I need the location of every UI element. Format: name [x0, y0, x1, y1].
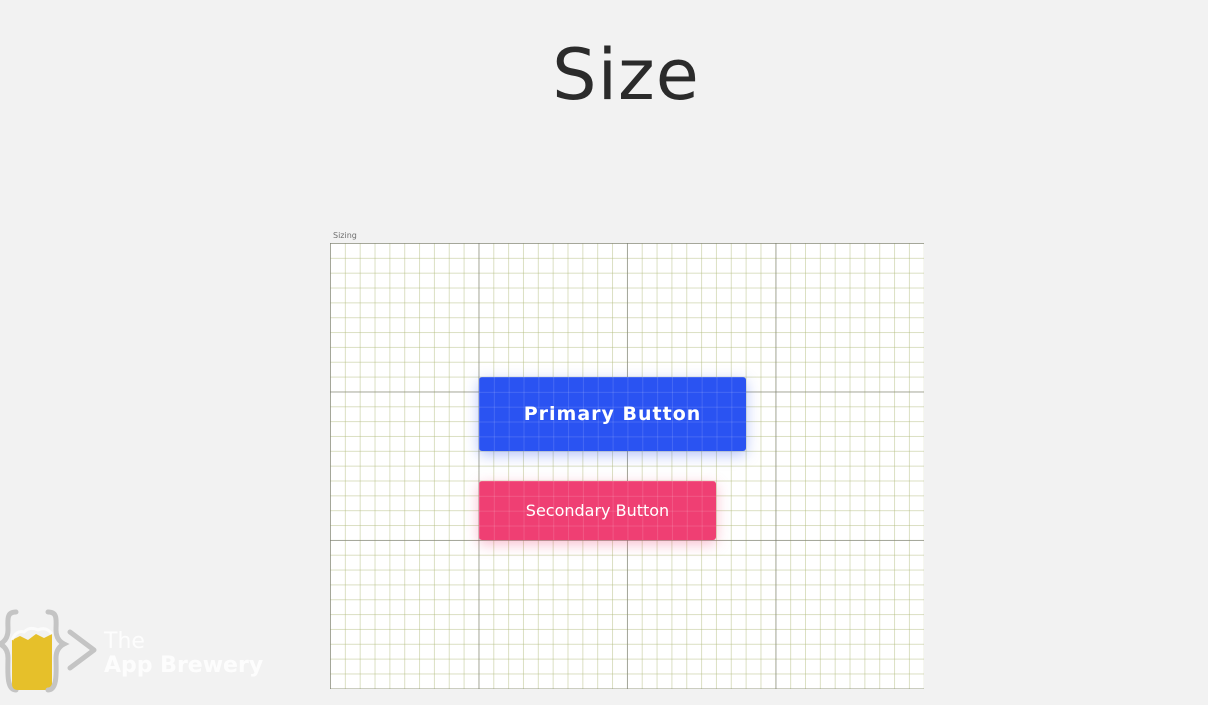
frame-label: Sizing — [333, 231, 357, 240]
app-brewery-watermark: The App Brewery — [0, 606, 270, 696]
beer-mug-braces-icon — [0, 609, 97, 693]
watermark-line1: The — [104, 629, 145, 654]
secondary-button[interactable]: Secondary Button — [479, 481, 716, 540]
watermark-brand-name: App Brewery — [104, 653, 264, 678]
slide-title: Size — [552, 34, 700, 116]
design-canvas-grid: Primary Button Secondary Button — [330, 243, 924, 689]
primary-button[interactable]: Primary Button — [479, 377, 746, 451]
